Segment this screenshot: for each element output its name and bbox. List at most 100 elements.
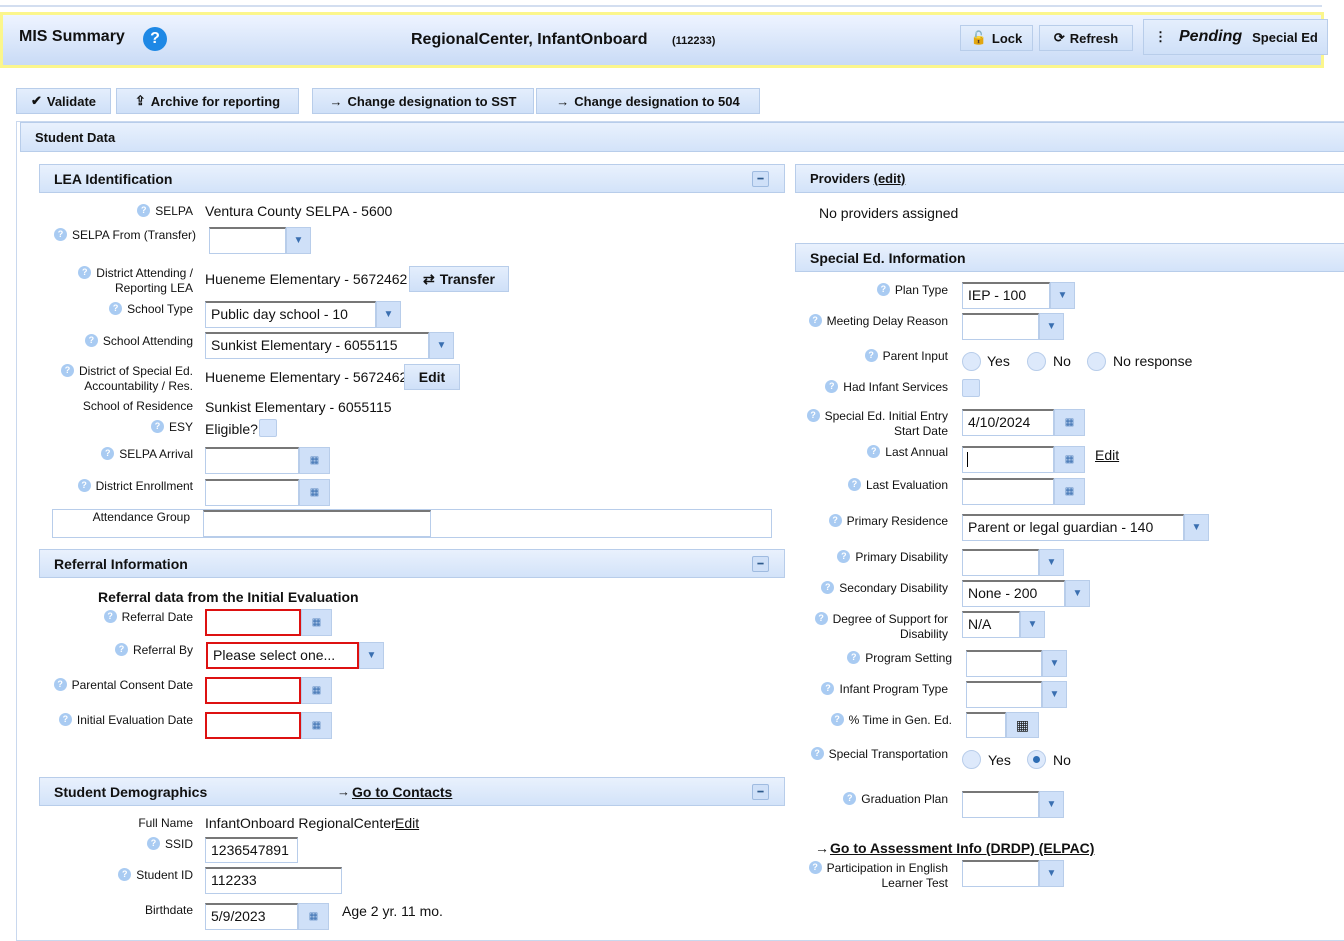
last-annual-edit-link[interactable]: Edit [1095,447,1119,463]
chevron-down-icon[interactable]: ▼ [1042,650,1067,677]
infant-services-checkbox[interactable] [962,379,980,397]
plan-type-select[interactable]: IEP - 100 [962,282,1050,309]
district-enrollment-input[interactable] [205,479,299,506]
help-icon[interactable]: ? [60,364,74,377]
providers-edit-link[interactable]: (edit) [874,171,906,186]
referral-by-select[interactable]: Please select one... [206,642,359,669]
infant-program-select[interactable] [966,681,1042,708]
validate-button[interactable]: ✔ Validate [16,88,111,114]
help-icon[interactable]: ? [78,266,92,279]
transport-no-radio[interactable] [1027,750,1046,769]
selpa-from-select[interactable] [209,227,286,254]
collapse-button[interactable]: ━ [752,784,769,800]
calculator-icon[interactable]: ▦ [1006,712,1039,738]
help-icon[interactable]: ? [821,682,835,695]
student-id-input[interactable]: 112233 [205,867,342,894]
transfer-button[interactable]: ⇄ Transfer [409,266,509,292]
help-icon[interactable]: ? [118,868,132,881]
entry-date-input[interactable]: 4/10/2024 [962,409,1054,436]
help-icon[interactable]: ? [821,581,835,594]
help-icon[interactable]: ? [150,420,164,433]
parent-input-noresponse-radio[interactable] [1087,352,1106,371]
help-icon[interactable]: ? [830,713,844,726]
refresh-button[interactable]: ⟳ Refresh [1039,25,1133,51]
lock-button[interactable]: 🔓 Lock [960,25,1033,51]
attendance-group-input[interactable] [203,510,431,537]
help-icon[interactable]: ? [864,349,878,362]
help-icon[interactable]: ? [847,478,861,491]
help-icon[interactable]: ? [53,228,67,241]
english-learner-test-select[interactable] [962,860,1039,887]
help-icon[interactable]: ? [101,447,115,460]
transport-yes-radio[interactable] [962,750,981,769]
help-icon[interactable]: ? [867,445,881,458]
gen-ed-time-input[interactable] [966,712,1006,738]
change-to-sst-button[interactable]: → Change designation to SST [312,88,534,114]
dsea-edit-button[interactable]: Edit [404,364,460,390]
help-icon[interactable]: ? [77,479,91,492]
selpa-arrival-input[interactable] [205,447,299,474]
help-icon[interactable]: ? [847,651,861,664]
assessment-info-link[interactable]: Go to Assessment Info (DRDP) (ELPAC) [830,840,1094,856]
calendar-icon[interactable]: ▦ [1054,409,1085,436]
help-icon[interactable]: ? [53,678,67,691]
help-icon[interactable]: ? [58,713,72,726]
help-icon[interactable]: ? [808,861,822,874]
referral-date-input[interactable] [205,609,301,636]
help-icon[interactable]: ? [808,314,822,327]
parental-consent-input[interactable] [205,677,301,704]
calendar-icon[interactable]: ▦ [1054,446,1085,473]
calendar-icon[interactable]: ▦ [298,903,329,930]
calendar-icon[interactable]: ▦ [301,712,332,739]
chevron-down-icon[interactable]: ▼ [1050,282,1075,309]
help-icon[interactable]: ? [143,27,167,51]
help-icon[interactable]: ? [843,792,857,805]
chevron-down-icon[interactable]: ▼ [1184,514,1209,541]
program-setting-select[interactable] [966,650,1042,677]
chevron-down-icon[interactable]: ▼ [429,332,454,359]
help-icon[interactable]: ? [806,409,820,422]
calendar-icon[interactable]: ▦ [299,479,330,506]
help-icon[interactable]: ? [109,302,123,315]
help-icon[interactable]: ? [137,204,151,217]
help-icon[interactable]: ? [814,612,828,625]
chevron-down-icon[interactable]: ▼ [1039,549,1064,576]
help-icon[interactable]: ? [114,643,128,656]
parent-input-no-radio[interactable] [1027,352,1046,371]
chevron-down-icon[interactable]: ▼ [359,642,384,669]
meeting-delay-select[interactable] [962,313,1039,340]
chevron-down-icon[interactable]: ▼ [1039,860,1064,887]
chevron-down-icon[interactable]: ▼ [376,301,401,328]
full-name-edit-link[interactable]: Edit [395,815,419,831]
calendar-icon[interactable]: ▦ [1054,478,1085,505]
primary-disability-select[interactable] [962,549,1039,576]
help-icon[interactable]: ? [146,837,160,850]
status-menu[interactable]: ⋮ Pending Special Ed [1143,19,1328,55]
calendar-icon[interactable]: ▦ [301,677,332,704]
school-attending-select[interactable]: Sunkist Elementary - 6055115 [205,332,429,359]
degree-support-select[interactable]: N/A [962,611,1020,638]
birthdate-input[interactable]: 5/9/2023 [205,903,298,930]
last-annual-input[interactable] [962,446,1054,473]
help-icon[interactable]: ? [825,380,839,393]
calendar-icon[interactable]: ▦ [301,609,332,636]
help-icon[interactable]: ? [810,747,824,760]
initial-eval-input[interactable] [205,712,301,739]
go-to-contacts-link[interactable]: Go to Contacts [352,784,452,800]
last-evaluation-input[interactable] [962,478,1054,505]
help-icon[interactable]: ? [837,550,851,563]
help-icon[interactable]: ? [828,514,842,527]
help-icon[interactable]: ? [876,283,890,296]
help-icon[interactable]: ? [84,334,98,347]
calendar-icon[interactable]: ▦ [299,447,330,474]
primary-residence-select[interactable]: Parent or legal guardian - 140 [962,514,1184,541]
parent-input-yes-radio[interactable] [962,352,981,371]
secondary-disability-select[interactable]: None - 200 [962,580,1065,607]
esy-checkbox[interactable] [259,419,277,437]
collapse-button[interactable]: ━ [752,171,769,187]
chevron-down-icon[interactable]: ▼ [1065,580,1090,607]
help-icon[interactable]: ? [103,610,117,623]
graduation-plan-select[interactable] [962,791,1039,818]
chevron-down-icon[interactable]: ▼ [1020,611,1045,638]
archive-button[interactable]: ⇪ Archive for reporting [116,88,299,114]
